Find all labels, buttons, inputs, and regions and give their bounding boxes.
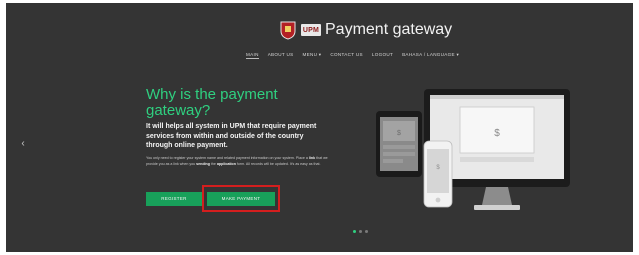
carousel-indicators [353, 230, 368, 233]
chevron-left-icon[interactable]: ‹ [18, 138, 28, 150]
carousel-dot[interactable] [365, 230, 368, 233]
highlight-box [202, 185, 280, 212]
site-title: Payment gateway [325, 21, 453, 38]
nav-main[interactable]: MAIN [246, 52, 259, 59]
register-button[interactable]: REGISTER [146, 192, 202, 206]
nav-about-us[interactable]: ABOUT US [268, 52, 294, 59]
nav-menu[interactable]: MENU ▾ [303, 52, 322, 59]
devices-illustration: $ $ $ [366, 83, 576, 223]
hero-description-3: the [209, 161, 217, 166]
hero-lead: It will helps all system in UPM that req… [146, 123, 317, 150]
main-nav: MAIN ABOUT US MENU ▾ CONTACT US LOGOUT B… [246, 52, 468, 59]
hero-description: You only need to register your system na… [146, 156, 331, 167]
hero-slider: UPM Payment gateway MAIN ABOUT US MENU ▾… [6, 3, 633, 252]
carousel-dot[interactable] [359, 230, 362, 233]
nav-logout[interactable]: LOGOUT [372, 52, 393, 59]
hero-description-sending: sending [196, 161, 210, 166]
hero-description-1: You only need to register your system na… [146, 156, 309, 160]
upm-logo-text: UPM [302, 26, 320, 34]
hero-description-4: form. All records will be updated. It's … [235, 161, 321, 166]
upm-crest-icon [279, 20, 297, 40]
carousel-dot[interactable] [353, 230, 356, 233]
svg-text:$: $ [494, 128, 500, 139]
nav-language[interactable]: BAHASA / LANGUAGE ▾ [402, 52, 459, 59]
nav-contact-us[interactable]: CONTACT US [330, 52, 362, 59]
hero-title: Why is the payment gateway? [146, 86, 278, 119]
upm-logo: UPM [301, 24, 321, 36]
hero-description-application: application [216, 161, 236, 166]
svg-text:$: $ [397, 130, 401, 137]
brand[interactable]: UPM Payment gateway [279, 18, 452, 42]
